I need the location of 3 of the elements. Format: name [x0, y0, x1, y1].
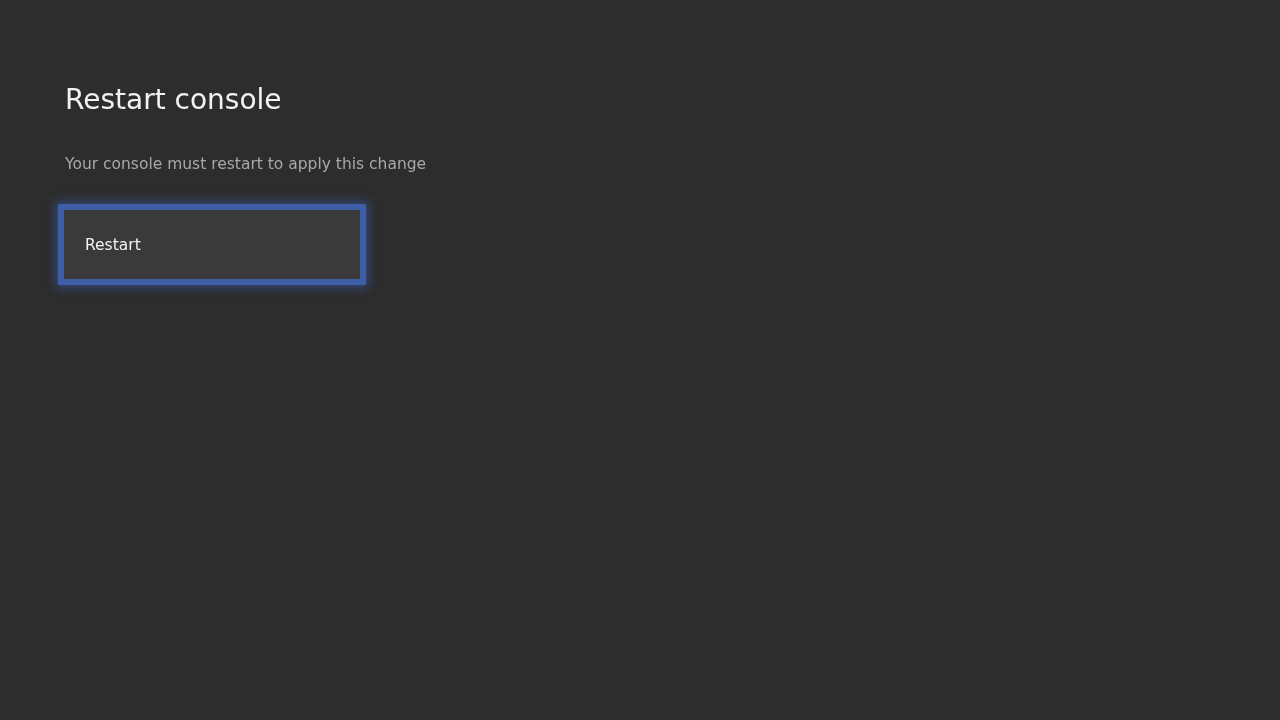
restart-button[interactable]: Restart — [58, 204, 366, 285]
description-text: Your console must restart to apply this change — [65, 154, 427, 175]
page-title: Restart console — [65, 82, 282, 118]
